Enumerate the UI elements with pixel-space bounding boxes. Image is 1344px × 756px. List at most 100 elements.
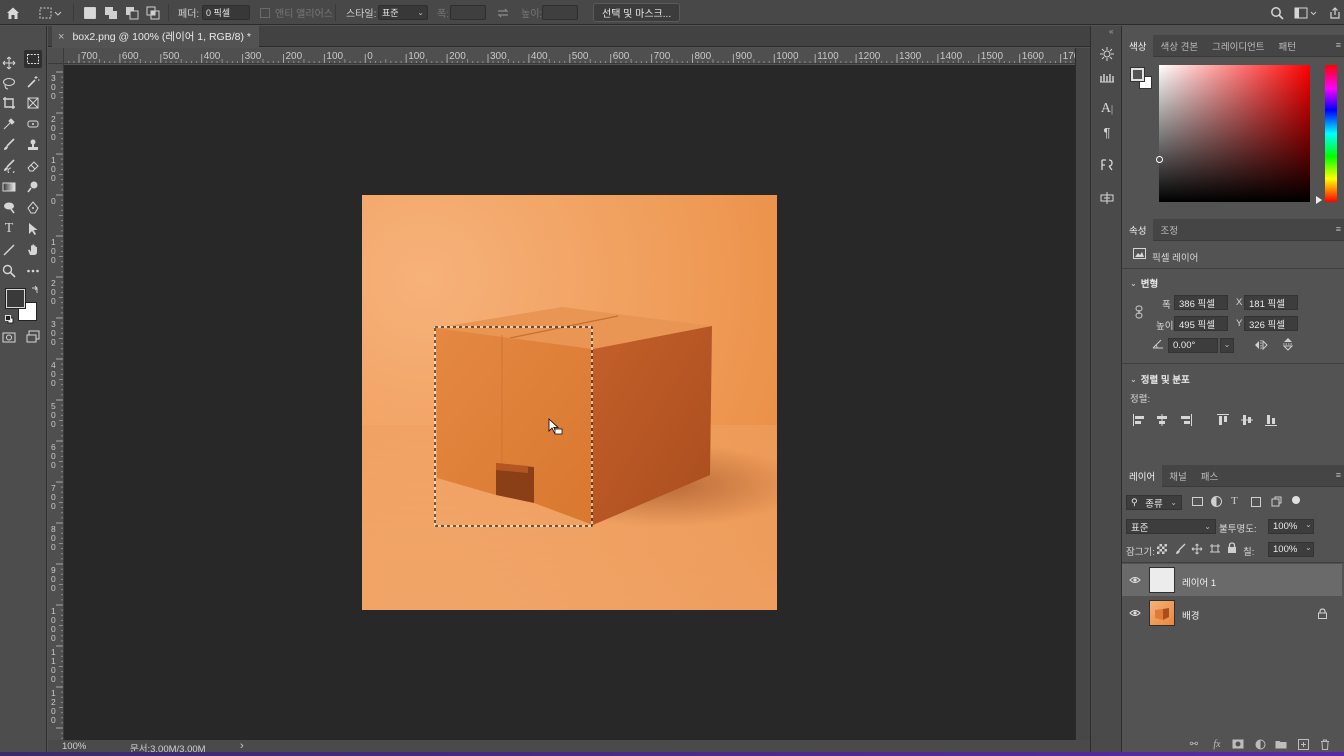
lock-transparent-icon[interactable] xyxy=(1157,544,1167,554)
filter-adjustment-icon[interactable] xyxy=(1211,496,1222,507)
align-section-header[interactable]: ⌄ 정렬 및 분포 xyxy=(1130,372,1190,387)
color-panel-menu-icon[interactable]: ≡ xyxy=(1336,40,1341,50)
flip-vertical-icon[interactable] xyxy=(1282,337,1294,351)
feather-input[interactable]: 0 픽셀 xyxy=(202,5,250,20)
subtract-selection-icon[interactable] xyxy=(125,0,139,25)
angle-dropdown-icon[interactable]: ⌄ xyxy=(1220,338,1234,353)
frame-tool-icon[interactable] xyxy=(24,94,42,112)
color-panel-tab[interactable]: 패턴 xyxy=(1272,35,1303,57)
line-tool-icon[interactable] xyxy=(0,241,18,259)
width-input[interactable] xyxy=(450,5,486,20)
align-right-icon[interactable] xyxy=(1179,413,1193,427)
glyphs-icon[interactable] xyxy=(1097,156,1117,174)
blend-mode-select[interactable]: 표준 ⌄ xyxy=(1126,519,1216,534)
properties-panel-menu-icon[interactable]: ≡ xyxy=(1336,224,1341,234)
layers-panel-tab[interactable]: 패스 xyxy=(1194,465,1225,487)
new-selection-icon[interactable] xyxy=(84,0,96,25)
link-dimensions-icon[interactable] xyxy=(1134,305,1144,319)
fill-dropdown-icon[interactable]: ⌄ xyxy=(1305,542,1315,557)
document-image[interactable] xyxy=(362,195,777,610)
path-selection-tool-icon[interactable] xyxy=(24,220,42,238)
layer-name[interactable]: 레이어 1 xyxy=(1182,575,1216,589)
color-panel-tab[interactable]: 색상 견본 xyxy=(1153,35,1205,57)
foreground-color-swatch[interactable] xyxy=(5,288,26,309)
marquee-preset-icon[interactable] xyxy=(38,0,62,25)
color-picker-field[interactable] xyxy=(1156,65,1310,202)
intersect-selection-icon[interactable] xyxy=(146,0,160,25)
layers-panel-menu-icon[interactable]: ≡ xyxy=(1336,470,1341,480)
height-input[interactable] xyxy=(542,5,578,20)
document-tab[interactable]: × box2.png @ 100% (레이어 1, RGB/8) * xyxy=(52,26,259,47)
workspace-icon[interactable] xyxy=(1294,0,1318,25)
y-field[interactable]: 326 픽셀 xyxy=(1244,316,1298,331)
brush-tool-icon[interactable] xyxy=(0,136,18,154)
stamp-tool-icon[interactable] xyxy=(24,136,42,154)
hand-tool-icon[interactable] xyxy=(24,241,42,259)
adjustment-layer-icon[interactable] xyxy=(1253,737,1267,751)
eraser-tool-icon[interactable] xyxy=(24,157,42,175)
dodge-tool-icon[interactable] xyxy=(0,199,18,217)
align-bottom-icon[interactable] xyxy=(1264,413,1278,427)
layer-row[interactable]: 레이어 1 xyxy=(1122,564,1342,596)
color-panel-tab[interactable]: 그레이디언트 xyxy=(1205,35,1271,57)
flip-horizontal-icon[interactable] xyxy=(1254,339,1268,351)
magic-wand-tool-icon[interactable] xyxy=(24,73,42,91)
layer-name[interactable]: 배경 xyxy=(1182,608,1199,622)
select-and-mask-button[interactable]: 선택 및 마스크... xyxy=(593,3,681,22)
more-tools-icon[interactable] xyxy=(24,262,42,280)
align-center-h-icon[interactable] xyxy=(1155,413,1169,427)
pen-tool-icon[interactable] xyxy=(24,199,42,217)
x-field[interactable]: 181 픽셀 xyxy=(1244,295,1298,310)
width-field[interactable]: 386 픽셀 xyxy=(1174,295,1228,310)
gradient-tool-icon[interactable] xyxy=(0,178,18,196)
layers-panel-tab[interactable]: 레이어 xyxy=(1122,464,1163,487)
lock-position-icon[interactable] xyxy=(1191,543,1203,555)
zoom-tool-icon[interactable] xyxy=(0,262,18,280)
align-middle-v-icon[interactable] xyxy=(1240,413,1254,427)
brushes-icon[interactable] xyxy=(1097,68,1117,86)
eyedropper-tool-icon[interactable] xyxy=(0,115,18,133)
layer-row[interactable]: 배경 xyxy=(1122,597,1342,629)
brush-settings-icon[interactable] xyxy=(1097,45,1117,63)
antialias-checkbox[interactable] xyxy=(260,7,270,18)
delete-layer-icon[interactable] xyxy=(1318,737,1332,751)
new-layer-icon[interactable] xyxy=(1296,737,1310,751)
filter-pixel-icon[interactable] xyxy=(1192,497,1203,506)
angle-field[interactable]: 0.00° xyxy=(1168,338,1218,353)
layer-filter-select[interactable]: ⚲ 종류 ⌄ xyxy=(1126,495,1182,510)
filter-smart-object-icon[interactable] xyxy=(1271,496,1282,507)
default-colors-icon[interactable] xyxy=(5,315,14,324)
filter-shape-icon[interactable] xyxy=(1251,497,1261,507)
zoom-level[interactable]: 100% xyxy=(62,741,86,752)
properties-dock-icon[interactable] xyxy=(1097,189,1117,207)
layer-visibility-eye-icon[interactable] xyxy=(1129,576,1141,584)
fx-icon[interactable]: fx xyxy=(1210,737,1224,751)
history-brush-tool-icon[interactable] xyxy=(0,157,18,175)
new-group-icon[interactable] xyxy=(1274,737,1288,751)
filter-type-icon[interactable]: T xyxy=(1231,495,1238,507)
color-panel-tab[interactable]: 색상 xyxy=(1122,34,1154,57)
add-selection-icon[interactable] xyxy=(104,0,118,25)
move-tool-icon[interactable] xyxy=(0,54,18,72)
align-top-icon[interactable] xyxy=(1216,413,1230,427)
hue-slider[interactable] xyxy=(1325,65,1337,202)
swap-colors-icon[interactable] xyxy=(30,285,40,295)
link-layers-icon[interactable]: ⚯ xyxy=(1187,737,1201,751)
paragraph-panel-icon[interactable]: ¶ xyxy=(1097,123,1117,141)
color-fg-bg-widget[interactable] xyxy=(1130,67,1154,91)
home-icon[interactable] xyxy=(5,0,21,25)
spot-healing-tool-icon[interactable] xyxy=(24,115,42,133)
layers-panel-tab[interactable]: 채널 xyxy=(1162,465,1193,487)
align-left-icon[interactable] xyxy=(1132,413,1146,427)
layer-visibility-eye-icon[interactable] xyxy=(1129,609,1141,617)
swap-dimensions-icon[interactable] xyxy=(496,0,510,25)
properties-panel-tab[interactable]: 속성 xyxy=(1122,218,1154,241)
search-icon[interactable] xyxy=(1270,0,1284,25)
smudge-tool-icon[interactable] xyxy=(24,178,42,196)
rect-marquee-tool-icon[interactable] xyxy=(24,50,42,68)
close-tab-icon[interactable]: × xyxy=(58,31,64,43)
status-menu-arrow[interactable]: › xyxy=(240,740,244,752)
share-icon[interactable] xyxy=(1328,0,1342,25)
quick-mask-icon[interactable] xyxy=(0,328,18,346)
screen-mode-icon[interactable] xyxy=(24,328,42,346)
